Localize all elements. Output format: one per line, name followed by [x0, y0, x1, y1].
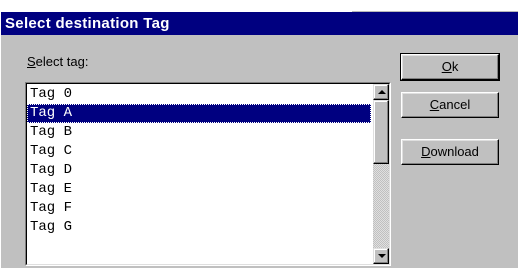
cancel-button[interactable]: Cancel [401, 92, 499, 118]
tag-listbox[interactable]: Tag 0 Tag A Tag B Tag C Tag D Tag E Tag … [25, 82, 391, 266]
select-tag-label: Select tag: [27, 54, 88, 69]
tag-listbox-inner: Tag 0 Tag A Tag B Tag C Tag D Tag E Tag … [26, 83, 390, 265]
ok-button[interactable]: Ok [400, 53, 500, 81]
cancel-label: ancel [439, 97, 471, 112]
list-item[interactable]: Tag E [27, 180, 371, 199]
download-button[interactable]: Download [401, 139, 499, 165]
label-text: elect tag: [35, 54, 89, 69]
ok-mnemonic: O [441, 59, 452, 74]
select-tag-dialog: Select destination Tag Select tag: Tag 0… [0, 12, 518, 268]
vertical-scrollbar[interactable] [373, 84, 389, 264]
scroll-down-button[interactable] [373, 248, 389, 264]
list-item[interactable]: Tag G [27, 218, 371, 237]
dialog-title: Select destination Tag [5, 15, 170, 32]
cancel-mnemonic: C [429, 97, 440, 112]
list-item[interactable]: Tag D [27, 161, 371, 180]
list-item[interactable]: Tag 0 [27, 85, 371, 104]
dialog-titlebar[interactable]: Select destination Tag [1, 12, 518, 35]
arrow-down-icon [378, 254, 386, 258]
list-item[interactable]: Tag F [27, 199, 371, 218]
scroll-up-button[interactable] [373, 84, 389, 100]
list-item[interactable]: Tag C [27, 142, 371, 161]
arrow-up-icon [378, 90, 386, 94]
tag-list: Tag 0 Tag A Tag B Tag C Tag D Tag E Tag … [27, 85, 371, 237]
screen: Select destination Tag Select tag: Tag 0… [0, 0, 518, 268]
ok-label: k [451, 59, 459, 74]
list-item-selected[interactable]: Tag A [27, 104, 371, 123]
download-label: ownload [430, 144, 479, 159]
scrollbar-thumb[interactable] [373, 100, 389, 164]
label-mnemonic: S [27, 54, 36, 69]
list-item[interactable]: Tag B [27, 123, 371, 142]
